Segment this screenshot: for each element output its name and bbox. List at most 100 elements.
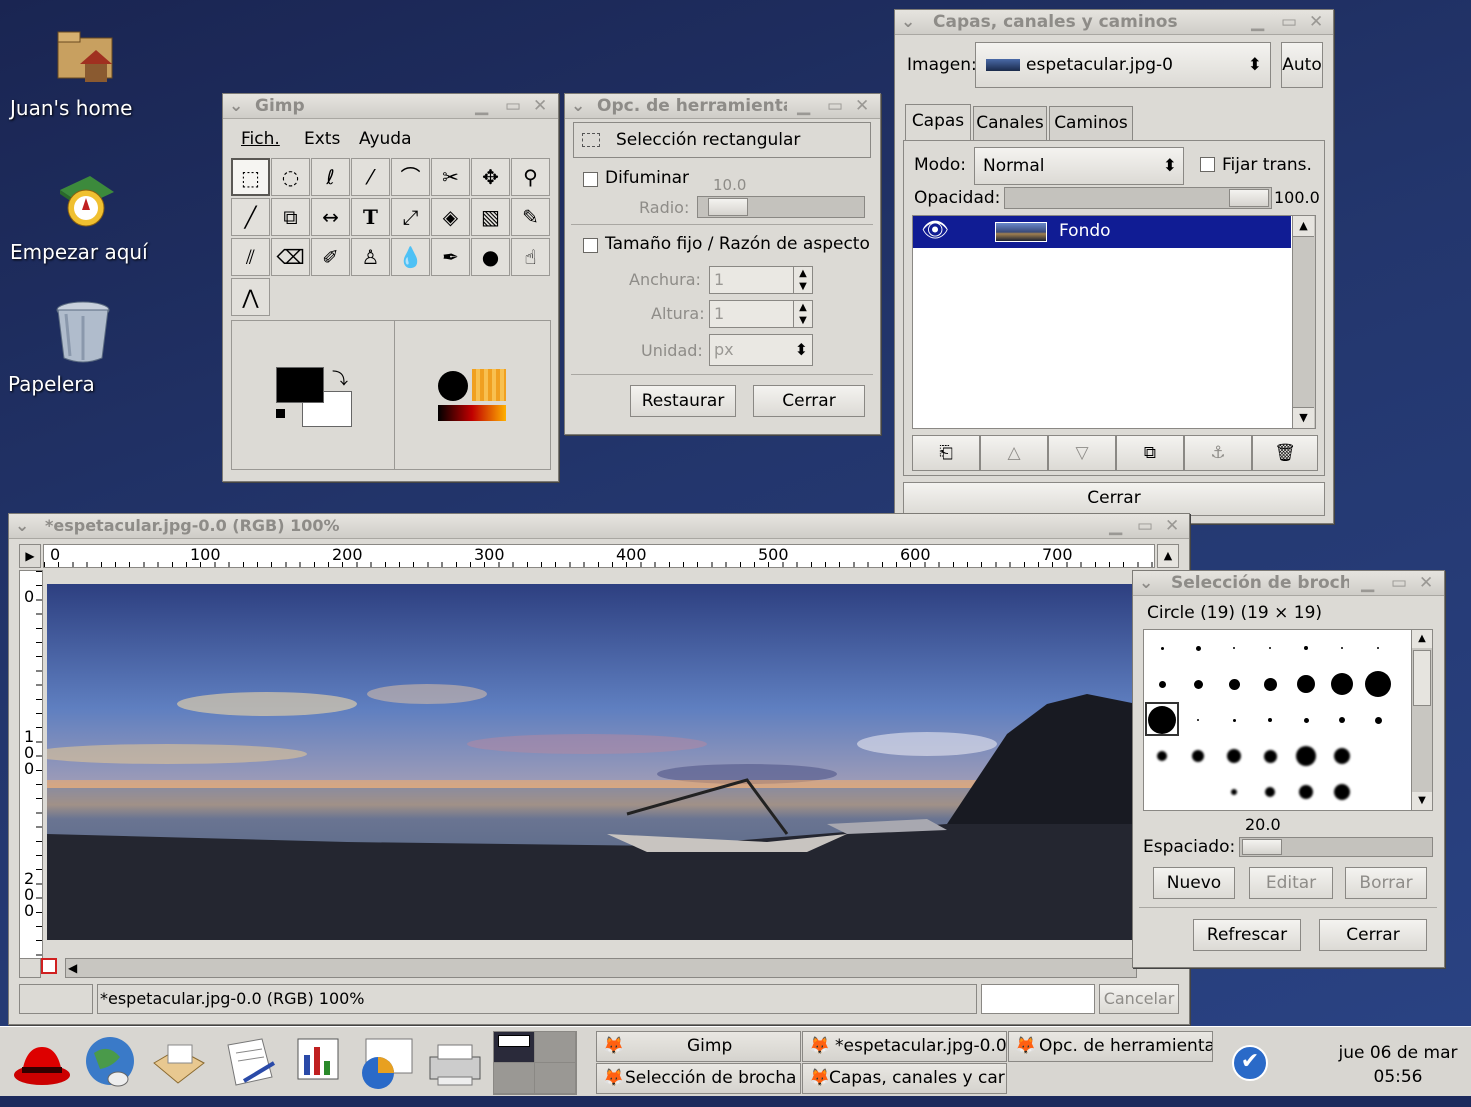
mode-select[interactable]: Normal ⬍ xyxy=(974,147,1184,185)
auto-button[interactable]: Auto xyxy=(1281,42,1323,88)
horizontal-scrollbar[interactable]: ◀ xyxy=(65,958,1137,978)
brush-preview[interactable] xyxy=(1263,677,1277,691)
tool-bezier-select[interactable]: ⌒ xyxy=(391,158,430,196)
brush-grid-scrollbar[interactable]: ▲ ▼ xyxy=(1411,630,1432,810)
desktop-icon-start-here[interactable]: Empezar aquí xyxy=(10,170,160,264)
spacing-slider[interactable] xyxy=(1239,837,1433,857)
height-field[interactable]: 1 xyxy=(709,300,795,328)
desktop-icon-trash[interactable]: Papelera xyxy=(8,296,158,396)
maximize-icon[interactable]: ▭ xyxy=(827,94,843,118)
brush-preview[interactable] xyxy=(1269,647,1271,649)
layer-list-scrollbar[interactable]: ▲ ▼ xyxy=(1292,216,1315,428)
brush-preview[interactable] xyxy=(1377,647,1379,649)
width-spinner[interactable]: ▲ ▼ xyxy=(793,266,813,294)
maximize-icon[interactable]: ▭ xyxy=(1137,514,1153,538)
image-select[interactable]: espetacular.jpg-0 ⬍ xyxy=(975,42,1271,88)
web-browser-icon[interactable] xyxy=(80,1033,142,1091)
brush-preview[interactable] xyxy=(1148,706,1176,734)
minimize-icon[interactable]: ▁ xyxy=(1361,571,1374,595)
tool-clone[interactable]: ♙ xyxy=(351,238,390,276)
close-icon[interactable]: ✕ xyxy=(855,94,869,118)
redhat-menu-icon[interactable] xyxy=(12,1033,74,1091)
brush-close-button[interactable]: Cerrar xyxy=(1319,919,1427,951)
active-gradient-preview[interactable] xyxy=(438,405,506,421)
reset-button[interactable]: Restaurar xyxy=(630,385,736,417)
cancel-button[interactable]: Cancelar xyxy=(1099,984,1179,1014)
workspace-2[interactable] xyxy=(535,1032,575,1062)
minimize-icon[interactable]: ▁ xyxy=(475,94,488,118)
brush-preview[interactable] xyxy=(1192,750,1204,762)
tool-rect-select[interactable]: ⬚ xyxy=(231,158,270,196)
printer-icon[interactable] xyxy=(424,1033,486,1091)
minimize-icon[interactable]: ▁ xyxy=(797,94,810,118)
update-checkmark-icon[interactable]: ✔ xyxy=(1232,1045,1268,1081)
tool-smudge[interactable]: ☝ xyxy=(511,238,550,276)
presentation-icon[interactable] xyxy=(288,1033,350,1091)
brush-preview[interactable] xyxy=(1231,789,1237,795)
brush-preview[interactable] xyxy=(1304,646,1308,650)
brush-preview[interactable] xyxy=(1233,647,1235,649)
spreadsheet-icon[interactable] xyxy=(354,1033,416,1091)
tool-move[interactable]: ✥ xyxy=(471,158,510,196)
quick-mask-on-icon[interactable] xyxy=(41,958,57,974)
brush-preview[interactable] xyxy=(1268,718,1272,722)
brush-titlebar[interactable]: ⌄ Selección de brocha ▁ ▭ ✕ xyxy=(1133,571,1444,596)
fixed-size-checkbox[interactable] xyxy=(583,238,598,253)
brush-preview[interactable] xyxy=(1265,787,1275,797)
scroll-left-icon[interactable]: ◀ xyxy=(68,959,77,977)
close-icon[interactable]: ✕ xyxy=(1309,10,1323,34)
toolbox-titlebar[interactable]: ⌄ Gimp ▁ ▭ ✕ xyxy=(223,94,558,119)
tool-blend[interactable]: ▧ xyxy=(471,198,510,236)
window-menu-icon[interactable]: ⌄ xyxy=(901,10,915,34)
new-layer-button[interactable]: ⎗ xyxy=(912,435,980,471)
scroll-up-icon[interactable]: ▲ xyxy=(1412,630,1432,648)
tool-dodge-burn[interactable]: ● xyxy=(471,238,510,276)
scroll-up-icon[interactable]: ▲ xyxy=(1157,544,1179,568)
tool-paintbrush[interactable]: ⫽ xyxy=(231,238,270,276)
scroll-down-icon[interactable]: ▼ xyxy=(1412,792,1432,810)
brush-preview[interactable] xyxy=(1299,785,1313,799)
raise-layer-button[interactable]: △ xyxy=(980,435,1048,471)
tab-layers[interactable]: Capas xyxy=(905,104,971,140)
minimize-icon[interactable]: ▁ xyxy=(1251,10,1264,34)
tool-pencil[interactable]: ✎ xyxy=(511,198,550,236)
window-menu-icon[interactable]: ⌄ xyxy=(1139,571,1153,595)
duplicate-layer-button[interactable]: ⧉ xyxy=(1116,435,1184,471)
tool-free-select[interactable]: ℓ xyxy=(311,158,350,196)
brush-preview[interactable] xyxy=(1296,746,1316,766)
task-gimp[interactable]: 🦊 Gimp xyxy=(596,1031,801,1062)
writer-icon[interactable] xyxy=(218,1033,280,1091)
email-icon[interactable] xyxy=(148,1033,210,1091)
brush-preview[interactable] xyxy=(1334,784,1350,800)
lower-layer-button[interactable]: ▽ xyxy=(1048,435,1116,471)
tool-color-picker[interactable]: ⤢ xyxy=(391,198,430,236)
tool-scissors[interactable]: ✂ xyxy=(431,158,470,196)
tool-ellipse-select[interactable]: ◌ xyxy=(271,158,310,196)
tool-magnify[interactable]: ⚲ xyxy=(511,158,550,196)
brush-preview[interactable] xyxy=(1195,645,1201,651)
image-titlebar[interactable]: ⌄ *espetacular.jpg-0.0 (RGB) 100% ▁ ▭ ✕ xyxy=(9,514,1189,539)
anchor-layer-button[interactable]: ⚓ xyxy=(1184,435,1252,471)
quick-mask-off-icon[interactable] xyxy=(19,958,41,978)
active-brush-preview[interactable] xyxy=(438,371,468,401)
tool-fuzzy-select[interactable]: ⁄ xyxy=(351,158,390,196)
tab-paths[interactable]: Caminos xyxy=(1049,106,1133,140)
menu-exts[interactable]: Exts xyxy=(304,124,340,154)
brush-preview[interactable] xyxy=(1157,751,1167,761)
tool-measure[interactable]: ⋀ xyxy=(231,278,270,316)
tool-options-titlebar[interactable]: ⌄ Opc. de herramienta ▁ ▭ ✕ xyxy=(565,94,880,119)
brush-preview[interactable] xyxy=(1331,673,1353,695)
task-brushes[interactable]: 🦊 Selección de brocha xyxy=(596,1063,801,1094)
brush-preview[interactable] xyxy=(1297,675,1315,693)
clock[interactable]: jue 06 de mar 05:56 xyxy=(1330,1041,1466,1089)
close-icon[interactable]: ✕ xyxy=(1165,514,1179,538)
menu-help[interactable]: Ayuda xyxy=(359,124,412,154)
maximize-icon[interactable]: ▭ xyxy=(1281,10,1297,34)
tool-text[interactable]: T xyxy=(351,198,390,236)
desktop-icon-home[interactable]: Juan's home xyxy=(10,20,160,120)
feather-checkbox[interactable] xyxy=(583,172,598,187)
brush-preview[interactable] xyxy=(1374,716,1382,724)
brush-preview[interactable] xyxy=(1158,680,1166,688)
maximize-icon[interactable]: ▭ xyxy=(1391,571,1407,595)
close-icon[interactable]: ✕ xyxy=(533,94,547,118)
